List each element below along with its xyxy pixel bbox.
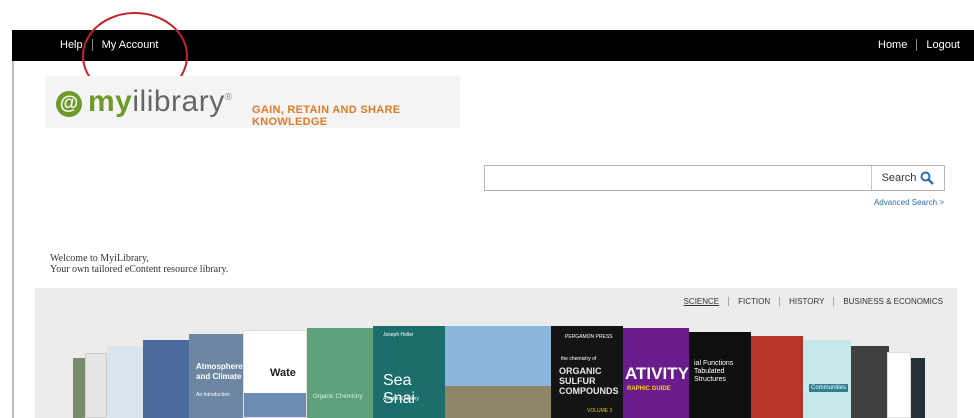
tab-divider <box>833 297 835 306</box>
logo-at-icon: @ <box>56 91 82 117</box>
search-button[interactable]: Search <box>871 166 944 190</box>
book-subtitle: A natural history <box>383 396 419 402</box>
book-cover[interactable]: Atmosphere and Climate An Introduction <box>189 334 245 418</box>
tab-divider <box>779 297 781 306</box>
search-box: Search <box>484 165 945 191</box>
welcome-line-2: Your own tailored eContent resource libr… <box>50 264 229 275</box>
tab-history[interactable]: HISTORY <box>789 297 824 306</box>
book-cover[interactable] <box>887 352 911 418</box>
search-button-label: Search <box>881 172 917 184</box>
logo-tagline: GAIN, RETAIN AND SHARE KNOWLEDGE <box>252 104 401 128</box>
book-cover[interactable]: Organic Chemistry <box>307 328 373 418</box>
book-title: Sea Snai <box>383 372 416 407</box>
welcome-message: Welcome to MyiLibrary, Your own tailored… <box>50 253 228 275</box>
tab-divider <box>728 297 730 306</box>
home-link[interactable]: Home <box>878 39 907 51</box>
book-cover-art <box>445 386 551 418</box>
tab-fiction[interactable]: FICTION <box>738 297 770 306</box>
book-cover[interactable]: PERGAMON PRESS the chemistry of ORGANIC … <box>551 326 623 418</box>
book-title: ORGANIC SULFUR COMPOUNDS <box>559 366 619 396</box>
logo-brand-prefix: my <box>88 85 133 118</box>
book-cover[interactable]: Joseph Heller Sea Snai A natural history <box>373 326 445 418</box>
book-volume: VOLUME 3 <box>587 408 613 414</box>
book-publisher: PERGAMON PRESS <box>565 334 613 340</box>
book-title: ial Functions Tabulated Structures <box>694 360 734 383</box>
registered-mark: ® <box>224 92 233 103</box>
book-author: Joseph Heller <box>383 332 414 338</box>
search-icon <box>920 171 935 185</box>
logout-link[interactable]: Logout <box>926 39 960 51</box>
book-cover[interactable]: ial Functions Tabulated Structures <box>689 332 751 418</box>
book-cover[interactable] <box>107 346 145 418</box>
book-cover[interactable] <box>143 340 191 418</box>
welcome-line-1: Welcome to MyiLibrary, <box>50 253 149 264</box>
logo-wordmark: myilibrary® <box>88 85 233 119</box>
advanced-search-link[interactable]: Advanced Search > <box>874 198 944 207</box>
book-cover[interactable] <box>911 358 925 418</box>
book-cover[interactable]: Communities <box>803 340 851 418</box>
book-carousel: SCIENCE FICTION HISTORY BUSINESS & ECONO… <box>35 288 957 418</box>
category-tabs: SCIENCE FICTION HISTORY BUSINESS & ECONO… <box>684 297 943 306</box>
book-cover[interactable] <box>751 336 803 418</box>
book-cover[interactable]: Wate <box>243 330 307 418</box>
book-title: Wate <box>270 367 296 379</box>
logo-brand-suffix: ilibrary <box>132 85 225 118</box>
tab-science[interactable]: SCIENCE <box>684 297 720 306</box>
book-cover[interactable] <box>85 353 107 418</box>
book-cover[interactable] <box>851 346 889 418</box>
tab-business-economics[interactable]: BUSINESS & ECONOMICS <box>843 297 943 306</box>
book-subtitle: RAPHIC GUIDE <box>627 386 671 392</box>
book-cover[interactable]: ATIVITY RAPHIC GUIDE <box>623 328 689 418</box>
book-title: Communities <box>809 384 849 392</box>
book-title: ATIVITY <box>625 364 689 383</box>
logo-banner[interactable]: @ myilibrary® GAIN, RETAIN AND SHARE KNO… <box>45 76 460 128</box>
book-title: Organic Chemistry <box>313 394 363 400</box>
help-link[interactable]: Help <box>60 39 83 51</box>
book-cover[interactable] <box>445 326 551 418</box>
book-lead: the chemistry of <box>561 356 597 362</box>
nav-divider <box>916 39 918 51</box>
book-cover-art <box>244 393 306 417</box>
search-input[interactable] <box>485 166 872 190</box>
book-subtitle: An Introduction <box>196 392 230 398</box>
book-title: Atmosphere and Climate <box>196 362 243 381</box>
